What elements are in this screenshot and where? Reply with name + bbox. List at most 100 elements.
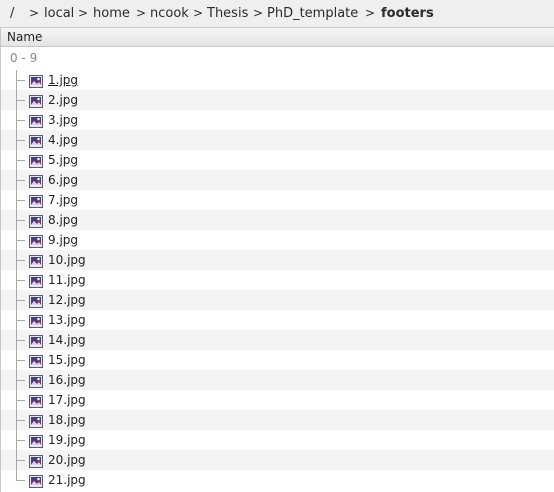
file-name: 13.jpg xyxy=(48,313,86,327)
list-item[interactable]: 12.jpg xyxy=(1,290,554,310)
list-item[interactable]: 6.jpg xyxy=(1,170,554,190)
file-name: 8.jpg xyxy=(48,213,79,227)
image-file-icon xyxy=(29,373,43,388)
list-item[interactable]: 14.jpg xyxy=(1,330,554,350)
file-name: 16.jpg xyxy=(48,373,86,387)
file-name: 5.jpg xyxy=(48,153,79,167)
file-name: 2.jpg xyxy=(48,93,79,107)
image-file-icon xyxy=(29,133,43,148)
image-file-icon xyxy=(29,213,43,228)
tree-branch xyxy=(16,340,25,341)
image-file-icon xyxy=(29,153,43,168)
list-item[interactable]: 2.jpg xyxy=(1,90,554,110)
list-item[interactable]: 10.jpg xyxy=(1,250,554,270)
file-name: 19.jpg xyxy=(48,433,86,447)
list-item[interactable]: 20.jpg xyxy=(1,450,554,470)
tree-branch xyxy=(16,320,25,321)
image-file-icon xyxy=(29,73,43,88)
list-item[interactable]: 15.jpg xyxy=(1,350,554,370)
file-name: 3.jpg xyxy=(48,113,79,127)
tree-branch xyxy=(16,120,25,121)
file-list: 1.jpg 2.jpg 3.jpg 4.jpg 5.jpg 6.jpg 7.jpg 8.jpg… xyxy=(1,70,554,490)
file-name: 10.jpg xyxy=(48,253,86,267)
tree-branch xyxy=(16,80,25,81)
file-manager-window: / > local > home > ncook > Thesis > PhD_… xyxy=(0,0,554,492)
image-file-icon xyxy=(29,233,43,248)
breadcrumb-item-home[interactable]: home xyxy=(93,0,130,27)
breadcrumb-separator: > xyxy=(29,6,40,20)
image-file-icon xyxy=(29,393,43,408)
file-name: 4.jpg xyxy=(48,133,79,147)
list-item[interactable]: 13.jpg xyxy=(1,310,554,330)
list-item[interactable]: 4.jpg xyxy=(1,130,554,150)
image-file-icon xyxy=(29,253,43,268)
tree-branch xyxy=(16,260,25,261)
image-file-icon xyxy=(29,413,43,428)
image-file-icon xyxy=(29,473,43,488)
list-item[interactable]: 18.jpg xyxy=(1,410,554,430)
file-name: 21.jpg xyxy=(48,473,86,487)
breadcrumb-item-local[interactable]: local xyxy=(44,0,74,27)
group-header: 0 - 9 xyxy=(10,51,38,65)
file-name: 11.jpg xyxy=(48,273,86,287)
image-file-icon xyxy=(29,453,43,468)
breadcrumb-item-phd-template[interactable]: PhD_template xyxy=(267,0,358,27)
tree-branch xyxy=(16,420,25,421)
list-item[interactable]: 7.jpg xyxy=(1,190,554,210)
tree-branch xyxy=(16,360,25,361)
breadcrumb-separator: > xyxy=(365,6,376,20)
file-name: 15.jpg xyxy=(48,353,86,367)
breadcrumb: / > local > home > ncook > Thesis > PhD_… xyxy=(0,0,554,27)
tree-branch xyxy=(16,380,25,381)
image-file-icon xyxy=(29,313,43,328)
list-item[interactable]: 1.jpg xyxy=(1,70,554,90)
column-header-name[interactable]: Name xyxy=(1,27,554,47)
file-name: 9.jpg xyxy=(48,233,79,247)
tree-branch xyxy=(16,280,25,281)
tree-branch xyxy=(16,180,25,181)
tree-branch xyxy=(16,240,25,241)
list-item[interactable]: 9.jpg xyxy=(1,230,554,250)
tree-branch xyxy=(16,460,25,461)
image-file-icon xyxy=(29,293,43,308)
image-file-icon xyxy=(29,193,43,208)
tree-branch xyxy=(16,200,25,201)
tree-branch xyxy=(16,220,25,221)
tree-branch xyxy=(16,440,25,441)
list-item[interactable]: 8.jpg xyxy=(1,210,554,230)
breadcrumb-item-thesis[interactable]: Thesis xyxy=(207,0,248,27)
file-list-view[interactable]: Name 0 - 9 1.jpg 2.jpg 3.jpg 4.jpg 5.jpg 6.jp… xyxy=(0,27,554,492)
breadcrumb-current[interactable]: footers xyxy=(381,0,434,27)
list-item[interactable]: 17.jpg xyxy=(1,390,554,410)
file-name: 14.jpg xyxy=(48,333,86,347)
tree-branch xyxy=(16,480,25,481)
image-file-icon xyxy=(29,353,43,368)
list-item[interactable]: 21.jpg xyxy=(1,470,554,490)
image-file-icon xyxy=(29,433,43,448)
breadcrumb-separator: > xyxy=(253,6,264,20)
list-item[interactable]: 19.jpg xyxy=(1,430,554,450)
tree-branch xyxy=(16,100,25,101)
list-item[interactable]: 16.jpg xyxy=(1,370,554,390)
image-file-icon xyxy=(29,173,43,188)
file-name: 7.jpg xyxy=(48,193,79,207)
breadcrumb-separator: > xyxy=(136,6,147,20)
breadcrumb-root[interactable]: / xyxy=(10,0,14,27)
image-file-icon xyxy=(29,273,43,288)
tree-branch xyxy=(16,140,25,141)
breadcrumb-item-ncook[interactable]: ncook xyxy=(150,0,189,27)
list-item[interactable]: 5.jpg xyxy=(1,150,554,170)
tree-line xyxy=(16,470,17,480)
file-name: 6.jpg xyxy=(48,173,79,187)
file-name: 12.jpg xyxy=(48,293,86,307)
image-file-icon xyxy=(29,93,43,108)
breadcrumb-separator: > xyxy=(193,6,204,20)
file-name: 17.jpg xyxy=(48,393,86,407)
breadcrumb-separator: > xyxy=(78,6,89,20)
image-file-icon xyxy=(29,333,43,348)
tree-branch xyxy=(16,160,25,161)
list-item[interactable]: 11.jpg xyxy=(1,270,554,290)
list-item[interactable]: 3.jpg xyxy=(1,110,554,130)
image-file-icon xyxy=(29,113,43,128)
file-name: 20.jpg xyxy=(48,453,86,467)
